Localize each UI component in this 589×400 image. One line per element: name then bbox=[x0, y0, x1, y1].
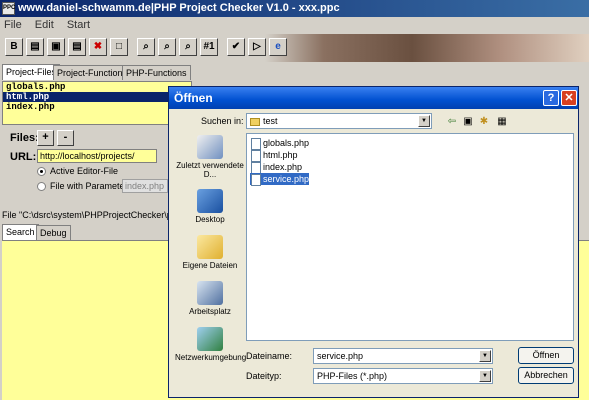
new-folder-icon[interactable]: ✱ bbox=[477, 115, 491, 129]
network-icon bbox=[197, 327, 223, 351]
toolbar-button-new[interactable]: B bbox=[5, 38, 23, 56]
url-label: URL: bbox=[10, 151, 37, 163]
menu-edit[interactable]: Edit bbox=[35, 19, 54, 31]
filetype-select[interactable]: PHP-Files (*.php) ▼ bbox=[313, 368, 493, 384]
cancel-button[interactable]: Abbrechen bbox=[518, 367, 574, 384]
add-file-button[interactable]: + bbox=[37, 130, 54, 146]
open-button[interactable]: Öffnen bbox=[518, 347, 574, 364]
tab-php-functions[interactable]: PHP-Functions bbox=[122, 65, 191, 80]
tab-project-functions[interactable]: Project-Functions bbox=[53, 65, 132, 80]
place-desktop[interactable]: Desktop bbox=[175, 189, 245, 224]
close-button[interactable]: ✕ bbox=[561, 90, 577, 106]
list-item[interactable]: globals.php bbox=[250, 137, 309, 150]
files-label: Files: bbox=[10, 132, 39, 144]
radio-active-editor-label: Active Editor-File bbox=[50, 166, 119, 176]
app-title-bar: PPC www.daniel-schwamm.de|PHP Project Ch… bbox=[0, 0, 589, 17]
look-in-value: test bbox=[263, 116, 278, 126]
list-item[interactable]: index.php bbox=[3, 102, 191, 112]
place-my-computer[interactable]: Arbeitsplatz bbox=[175, 281, 245, 316]
app-icon: PPC bbox=[2, 2, 15, 15]
menu-file[interactable]: File bbox=[4, 19, 22, 31]
remove-file-button[interactable]: - bbox=[57, 130, 74, 146]
tab-project-files[interactable]: Project-Files bbox=[2, 64, 61, 80]
my-computer-icon bbox=[197, 281, 223, 305]
recent-icon bbox=[197, 135, 223, 159]
list-item[interactable]: service.php bbox=[250, 173, 310, 186]
parameter-input[interactable]: index.php bbox=[122, 179, 168, 193]
toolbar: B ▤ ▣ ▤ ✖ □ ⌕ ⌕ ⌕ #1 ✔ ▷ e bbox=[0, 34, 589, 62]
toolbar-button-save-as[interactable]: ▤ bbox=[68, 38, 86, 56]
toolbar-button-search[interactable]: ⌕ bbox=[137, 38, 155, 56]
place-recent[interactable]: Zuletzt verwendete D... bbox=[175, 135, 245, 179]
toolbar-button-window[interactable]: □ bbox=[110, 38, 128, 56]
filetype-label: Dateityp: bbox=[246, 371, 282, 381]
folder-icon bbox=[250, 117, 260, 126]
up-folder-icon[interactable]: ▣ bbox=[461, 115, 475, 129]
toolbar-button-open[interactable]: ▤ bbox=[26, 38, 44, 56]
list-item[interactable]: html.php bbox=[3, 92, 191, 102]
url-input[interactable]: http://localhost/projects/ bbox=[37, 149, 157, 163]
radio-file-with-parameter-label: File with Parameter: bbox=[50, 181, 131, 191]
toolbar-button-browser[interactable]: e bbox=[269, 38, 287, 56]
tab-debug[interactable]: Debug bbox=[36, 225, 71, 240]
toolbar-button-search-all[interactable]: ⌕ bbox=[179, 38, 197, 56]
help-button[interactable]: ? bbox=[543, 90, 559, 106]
view-menu-icon[interactable]: ▦ bbox=[495, 115, 509, 129]
chevron-down-icon[interactable]: ▼ bbox=[479, 370, 491, 382]
look-in-label: Suchen in: bbox=[201, 116, 244, 126]
list-item[interactable]: globals.php bbox=[3, 82, 191, 92]
menu-bar: File Edit Start bbox=[0, 17, 589, 34]
chevron-down-icon: ▼ bbox=[418, 115, 430, 127]
my-documents-icon bbox=[197, 235, 223, 259]
tab-search[interactable]: Search bbox=[2, 224, 39, 240]
filename-input[interactable]: service.php ▼ bbox=[313, 348, 493, 364]
desktop-icon bbox=[197, 189, 223, 213]
places-bar: Zuletzt verwendete D... Desktop Eigene D… bbox=[175, 133, 246, 393]
open-file-dialog: Öffnen ? ✕ Suchen in: test ▼ ⇦ ▣ ✱ ▦ Zul… bbox=[168, 86, 579, 398]
chevron-down-icon[interactable]: ▼ bbox=[479, 350, 491, 362]
back-icon[interactable]: ⇦ bbox=[445, 115, 459, 129]
radio-active-editor[interactable] bbox=[37, 167, 46, 176]
filename-value: service.php bbox=[317, 351, 364, 361]
toolbar-button-goto-line[interactable]: #1 bbox=[200, 38, 218, 56]
dialog-title: Öffnen bbox=[169, 87, 578, 109]
filename-label: Dateiname: bbox=[246, 351, 293, 361]
place-my-documents[interactable]: Eigene Dateien bbox=[175, 235, 245, 270]
toolbar-button-search-next[interactable]: ⌕ bbox=[158, 38, 176, 56]
list-item[interactable]: html.php bbox=[250, 149, 298, 162]
menu-start[interactable]: Start bbox=[67, 19, 90, 31]
toolbar-button-run[interactable]: ▷ bbox=[248, 38, 266, 56]
file-list[interactable]: globals.php html.php index.php service.p… bbox=[246, 133, 574, 341]
toolbar-button-check[interactable]: ✔ bbox=[227, 38, 245, 56]
place-network[interactable]: Netzwerkumgebung bbox=[175, 327, 246, 362]
radio-file-with-parameter[interactable] bbox=[37, 182, 46, 191]
list-item[interactable]: index.php bbox=[250, 161, 302, 174]
toolbar-button-save[interactable]: ▣ bbox=[47, 38, 65, 56]
project-file-list[interactable]: globals.php html.php index.php bbox=[2, 81, 192, 125]
toolbar-button-close[interactable]: ✖ bbox=[89, 38, 107, 56]
look-in-select[interactable]: test ▼ bbox=[246, 113, 432, 129]
app-title: www.daniel-schwamm.de|PHP Project Checke… bbox=[18, 2, 340, 14]
filetype-value: PHP-Files (*.php) bbox=[317, 371, 388, 381]
